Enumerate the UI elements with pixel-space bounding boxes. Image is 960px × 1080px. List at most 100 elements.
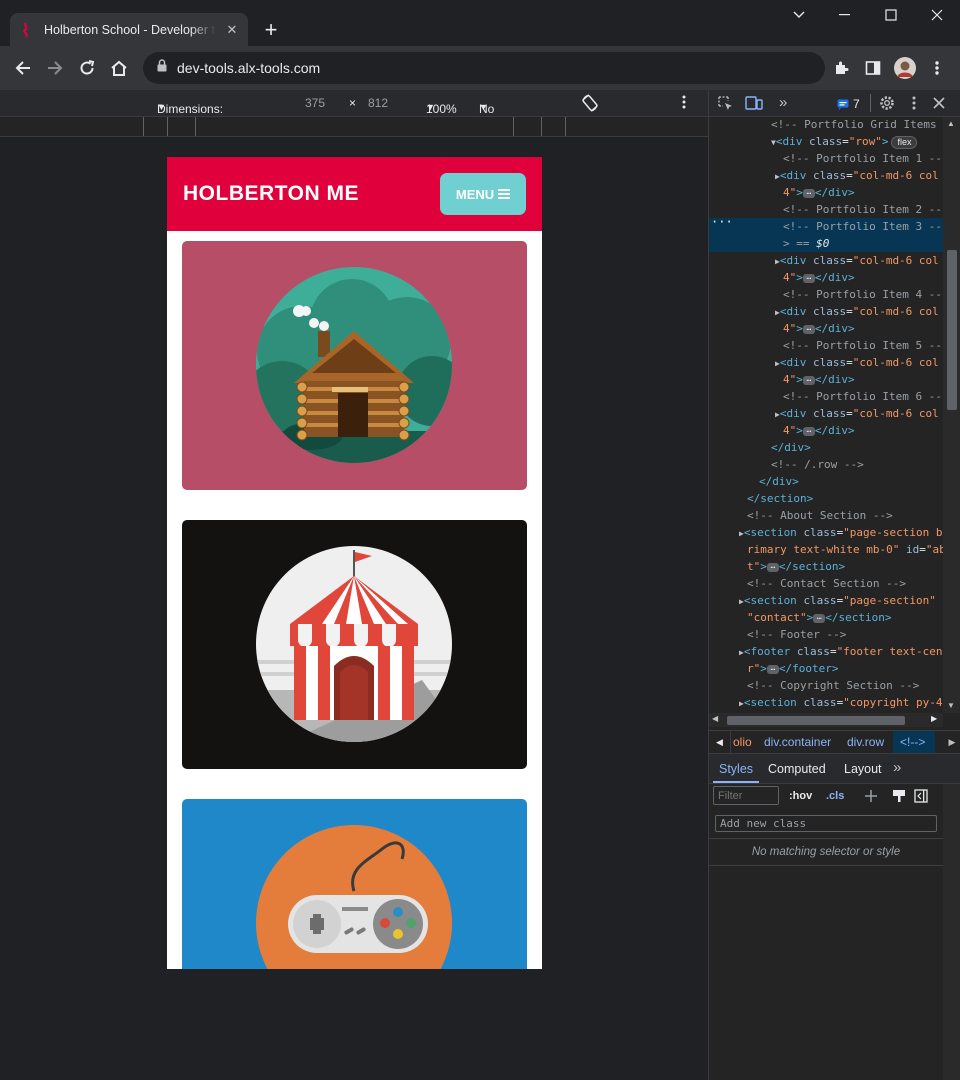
dom-tree-line[interactable]: 4">… </div> (709, 371, 943, 388)
issues-badge[interactable]: 7 (837, 97, 860, 111)
inspect-element-icon[interactable] (717, 95, 733, 111)
device-height-input[interactable]: 812 (368, 96, 388, 110)
dom-tree-line[interactable]: ▶<section class="copyright py-4 (709, 694, 943, 711)
dom-tree-line[interactable]: </div> (709, 439, 943, 456)
dom-tree-line[interactable]: rimary text-white mb-0" id="ab (709, 541, 943, 558)
dom-tree-line[interactable]: r">… </footer> (709, 660, 943, 677)
dom-tree-line[interactable]: 4">… </div> (709, 422, 943, 439)
dom-tree-line[interactable]: 4">… </div> (709, 320, 943, 337)
new-style-rule-icon[interactable] (864, 789, 878, 803)
dom-tree-line[interactable]: <!-- /.row --> (709, 456, 943, 473)
devtools-more-icon[interactable] (912, 96, 916, 110)
settings-gear-icon[interactable] (879, 95, 895, 111)
swap-dimensions-icon[interactable]: × (349, 96, 356, 110)
tab-layout[interactable]: Layout (844, 762, 882, 776)
reload-icon[interactable] (73, 54, 101, 82)
element-state-paint-icon[interactable] (892, 789, 906, 803)
scroll-left-icon[interactable]: ◀ (712, 714, 718, 723)
menu-button[interactable]: MENU (440, 173, 526, 215)
dom-tree-line[interactable]: ▶<section class="page-section b (709, 524, 943, 541)
toggle-sidebar-icon[interactable] (914, 789, 928, 803)
dom-tree-line[interactable]: ▶<section class="page-section" (709, 592, 943, 609)
dom-tree-line[interactable]: "contact">… </section> (709, 609, 943, 626)
lock-icon[interactable] (157, 59, 167, 77)
selected-node-dots-icon[interactable]: ··· (711, 214, 733, 231)
breadcrumb-item-comment[interactable]: <!--> (893, 731, 935, 753)
elements-tree[interactable]: <!-- Portfolio Grid Items ▼<div class="ro… (709, 117, 943, 717)
chrome-menu-icon[interactable] (923, 54, 951, 82)
profile-avatar-icon[interactable] (891, 54, 919, 82)
dom-tree-line[interactable]: ▶<div class="col-md-6 col (709, 303, 943, 320)
dom-tree-line[interactable]: <!-- Copyright Section --> (709, 677, 943, 694)
breadcrumb-item-container[interactable]: div.container (764, 735, 831, 749)
site-brand[interactable]: HOLBERTON ME (183, 182, 359, 206)
dom-tree-line[interactable]: <!-- Portfolio Item 2 -- (709, 201, 943, 218)
tab-close-icon[interactable]: ✕ (224, 22, 240, 38)
address-bar[interactable]: dev-tools.alx-tools.com (143, 52, 825, 84)
cls-toggle[interactable]: .cls (826, 790, 844, 802)
device-toggle-icon[interactable] (745, 95, 763, 111)
url-text[interactable]: dev-tools.alx-tools.com (177, 60, 320, 76)
dom-tree-line[interactable]: </div> (709, 473, 943, 490)
new-tab-button[interactable]: + (258, 17, 284, 43)
device-toolbar-more-icon[interactable] (682, 95, 686, 112)
more-panels-chevron-icon[interactable]: » (893, 759, 901, 776)
dom-tree-line[interactable]: ▶<div class="col-md-6 col (709, 405, 943, 422)
browser-tab[interactable]: Holberton School - Developer tools ✕ (10, 13, 248, 46)
dom-tree-line[interactable]: <!-- Footer --> (709, 626, 943, 643)
extensions-puzzle-icon[interactable] (827, 54, 855, 82)
styles-scrollbar[interactable] (943, 784, 960, 1080)
device-width-input[interactable]: 375 (305, 96, 325, 110)
elements-scroll-thumb[interactable] (947, 250, 957, 410)
tab-styles[interactable]: Styles (719, 762, 753, 776)
elements-hscroll-thumb[interactable] (727, 716, 905, 725)
styles-filter-input[interactable] (713, 786, 779, 805)
dom-tree-line[interactable]: <!-- Portfolio Item 1 -- (709, 150, 943, 167)
dom-tree-line[interactable]: t">… </section> (709, 558, 943, 575)
scroll-up-icon[interactable]: ▲ (947, 119, 955, 128)
flex-badge[interactable]: flex (891, 136, 918, 149)
dom-tree-line[interactable]: <!-- Portfolio Item 4 -- (709, 286, 943, 303)
tab-computed[interactable]: Computed (768, 762, 826, 776)
breadcrumb-right-icon[interactable]: ▶ (943, 731, 960, 753)
dom-tree-line[interactable]: ▼<div class="row"> flex (709, 133, 943, 150)
close-devtools-icon[interactable] (933, 97, 945, 109)
dom-tree-line[interactable]: <!-- Portfolio Grid Items (709, 117, 943, 133)
breadcrumb-item-portfolio[interactable]: olio (733, 735, 752, 749)
dom-tree-line[interactable]: 4">… </div> (709, 269, 943, 286)
dom-tree-line[interactable]: </section> (709, 490, 943, 507)
scroll-down-icon[interactable]: ▼ (947, 701, 955, 710)
portfolio-item-circus[interactable] (182, 520, 527, 769)
breadcrumb-left-icon[interactable]: ◀ (709, 731, 731, 753)
dom-tree-line[interactable]: <!-- Contact Section --> (709, 575, 943, 592)
dom-tree-line[interactable]: <!-- About Section --> (709, 507, 943, 524)
portfolio-item-cabin[interactable] (182, 241, 527, 490)
side-panel-icon[interactable] (859, 54, 887, 82)
dom-tree-line[interactable]: > == $0 (709, 235, 943, 252)
portfolio-item-game[interactable] (182, 799, 527, 969)
rotate-icon[interactable] (580, 93, 600, 116)
back-arrow-icon[interactable] (9, 54, 37, 82)
maximize-icon[interactable] (868, 0, 914, 30)
scroll-right-icon[interactable]: ▶ (931, 714, 937, 723)
hov-toggle[interactable]: :hov (789, 790, 812, 802)
dom-tree-line[interactable]: ▶<footer class="footer text-cen (709, 643, 943, 660)
tab-search-icon[interactable] (776, 0, 822, 30)
elements-scrollbar[interactable]: ▲ ▼ (943, 117, 960, 713)
dom-tree-line[interactable]: <!-- Portfolio Item 3 -- ··· (709, 215, 943, 235)
dom-tree-line[interactable]: <!-- Portfolio Item 6 -- (709, 388, 943, 405)
minimize-icon[interactable] (822, 0, 868, 30)
close-window-icon[interactable] (914, 0, 960, 30)
dom-tree-line[interactable]: ▶<div class="col-md-6 col (709, 252, 943, 269)
breadcrumb-item-row[interactable]: div.row (847, 735, 884, 749)
home-icon[interactable] (105, 54, 133, 82)
emulated-page: HOLBERTON ME MENU (167, 157, 542, 969)
dom-tree-line[interactable]: <!-- Portfolio Item 5 -- (709, 337, 943, 354)
forward-arrow-icon[interactable] (41, 54, 69, 82)
add-class-input[interactable]: Add new class (715, 815, 937, 832)
dom-tree-line[interactable]: ▶<div class="col-md-6 col (709, 354, 943, 371)
media-query-bar[interactable] (0, 117, 708, 137)
dom-tree-line[interactable]: 4">… </div> (709, 184, 943, 201)
more-tabs-chevron-icon[interactable]: » (779, 94, 787, 111)
dom-tree-line[interactable]: ▶<div class="col-md-6 col (709, 167, 943, 184)
